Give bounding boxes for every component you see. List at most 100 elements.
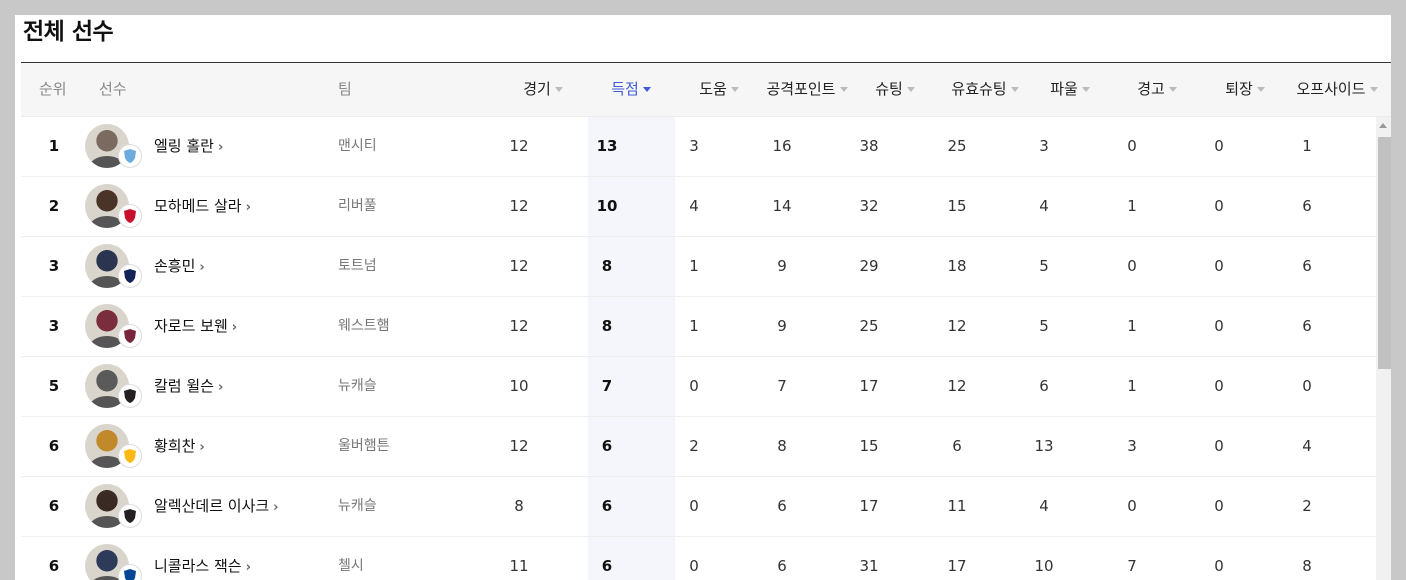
team-cell: 리버풀 (338, 198, 377, 214)
games-cell: 12 (509, 257, 529, 275)
shots-on-cell: 25 (947, 137, 967, 155)
shots-cell: 17 (859, 497, 879, 515)
sort-fouls-header[interactable]: 파울 (1030, 63, 1110, 116)
player-name: 손흥민 (154, 257, 196, 275)
sort-games-label: 경기 (523, 80, 551, 98)
sort-offside-header[interactable]: 오프사이드 (1287, 63, 1387, 116)
chevron-right-icon: › (199, 440, 205, 455)
sort-points-header[interactable]: 공격포인트 (757, 63, 857, 116)
sort-caret-icon (839, 87, 848, 92)
sort-caret-icon (642, 87, 651, 92)
shots-on-cell: 12 (947, 317, 967, 335)
games-cell: 12 (509, 137, 529, 155)
sort-points-label: 공격포인트 (766, 80, 836, 98)
shots-on-cell: 11 (947, 497, 967, 515)
yellow-cell: 1 (1127, 317, 1137, 335)
sort-caret-icon (1369, 87, 1378, 92)
red-cell: 0 (1214, 317, 1224, 335)
player-name-link[interactable]: 알렉산데르 이사크 › (154, 477, 324, 536)
player-name: 황희찬 (154, 437, 196, 455)
player-name-link[interactable]: 니콜라스 잭슨 › (154, 537, 324, 580)
sort-caret-icon (906, 87, 915, 92)
player-name-link[interactable]: 황희찬 › (154, 417, 324, 476)
table-row[interactable]: 3 손흥민 › 토트넘 12 8 1 9 29 18 5 0 0 6 (21, 237, 1376, 297)
fouls-cell: 4 (1039, 197, 1049, 215)
player-name-link[interactable]: 칼럼 윌슨 › (154, 357, 324, 416)
team-cell: 뉴캐슬 (338, 498, 377, 514)
yellow-cell: 1 (1127, 377, 1137, 395)
sort-caret-icon (554, 87, 563, 92)
table-row[interactable]: 6 니콜라스 잭슨 › 첼시 11 6 0 6 31 17 10 7 0 8 (21, 537, 1376, 580)
table-row[interactable]: 2 모하메드 살라 › 리버풀 12 10 4 14 32 15 4 1 0 6 (21, 177, 1376, 237)
points-cell: 14 (772, 197, 792, 215)
scroll-thumb[interactable] (1378, 137, 1391, 369)
sort-red-header[interactable]: 퇴장 (1205, 63, 1285, 116)
goals-cell: 8 (601, 317, 613, 335)
rank-cell: 6 (48, 557, 60, 575)
page-title: 전체 선수 (23, 19, 114, 45)
red-cell: 0 (1214, 377, 1224, 395)
red-cell: 0 (1214, 557, 1224, 575)
chevron-right-icon: › (217, 140, 224, 155)
liverpool-crest-icon (118, 204, 142, 228)
table-row[interactable]: 3 자로드 보웬 › 웨스트햄 12 8 1 9 25 12 5 1 0 6 (21, 297, 1376, 357)
table-row[interactable]: 1 엘링 홀란 › 맨시티 12 13 3 16 38 25 3 0 0 1 (21, 117, 1376, 177)
fouls-cell: 6 (1039, 377, 1049, 395)
player-name-link[interactable]: 모하메드 살라 › (154, 177, 324, 236)
scroll-up-arrow-icon[interactable] (1379, 123, 1387, 128)
table-row[interactable]: 5 칼럼 윌슨 › 뉴캐슬 10 7 0 7 17 12 6 1 0 0 (21, 357, 1376, 417)
assists-cell: 0 (689, 497, 699, 515)
sort-caret-icon (1010, 87, 1019, 92)
sort-shots-header[interactable]: 슈팅 (855, 63, 935, 116)
newcastle-crest-icon (118, 384, 142, 408)
col-rank-header: 순위 (39, 80, 67, 98)
fouls-cell: 4 (1039, 497, 1049, 515)
shots-on-cell: 15 (947, 197, 967, 215)
fouls-cell: 5 (1039, 317, 1049, 335)
offside-cell: 8 (1302, 557, 1312, 575)
sort-caret-icon (1081, 87, 1090, 92)
sort-caret-icon (1256, 87, 1265, 92)
player-name-link[interactable]: 엘링 홀란 › (154, 117, 324, 176)
offside-cell: 6 (1302, 197, 1312, 215)
team-cell: 토트넘 (338, 258, 377, 274)
shots-cell: 32 (859, 197, 879, 215)
col-team-header: 팀 (338, 80, 352, 98)
yellow-cell: 3 (1127, 437, 1137, 455)
player-name: 니콜라스 잭슨 (154, 557, 242, 575)
sort-red-label: 퇴장 (1225, 80, 1253, 98)
sort-shots-on-header[interactable]: 유효슈팅 (937, 63, 1033, 116)
shots-on-cell: 17 (947, 557, 967, 575)
sort-caret-icon (730, 87, 739, 92)
player-name: 알렉산데르 이사크 (154, 497, 270, 515)
shots-on-cell: 6 (952, 437, 962, 455)
sort-games-header[interactable]: 경기 (503, 63, 583, 116)
red-cell: 0 (1214, 197, 1224, 215)
player-name-link[interactable]: 손흥민 › (154, 237, 324, 296)
points-cell: 6 (777, 557, 787, 575)
sort-yellow-header[interactable]: 경고 (1117, 63, 1197, 116)
points-cell: 9 (777, 257, 787, 275)
goals-cell: 6 (601, 497, 613, 515)
rank-cell: 2 (48, 197, 60, 215)
vertical-scrollbar[interactable] (1376, 117, 1391, 580)
table-row[interactable]: 6 알렉산데르 이사크 › 뉴캐슬 8 6 0 6 17 11 4 0 0 2 (21, 477, 1376, 537)
sort-goals-header[interactable]: 득점 (591, 63, 671, 116)
assists-cell: 0 (689, 377, 699, 395)
tottenham-crest-icon (118, 264, 142, 288)
yellow-cell: 0 (1127, 497, 1137, 515)
player-name: 모하메드 살라 (154, 197, 242, 215)
team-cell: 맨시티 (338, 138, 377, 154)
goals-cell: 6 (601, 437, 613, 455)
shots-cell: 31 (859, 557, 879, 575)
table-row[interactable]: 6 황희찬 › 울버햄튼 12 6 2 8 15 6 13 3 0 4 (21, 417, 1376, 477)
sort-offside-label: 오프사이드 (1296, 80, 1366, 98)
offside-cell: 0 (1302, 377, 1312, 395)
shots-cell: 38 (859, 137, 879, 155)
yellow-cell: 7 (1127, 557, 1137, 575)
offside-cell: 2 (1302, 497, 1312, 515)
player-name-link[interactable]: 자로드 보웬 › (154, 297, 324, 356)
red-cell: 0 (1214, 437, 1224, 455)
sort-assists-header[interactable]: 도움 (679, 63, 759, 116)
rank-cell: 5 (48, 377, 60, 395)
